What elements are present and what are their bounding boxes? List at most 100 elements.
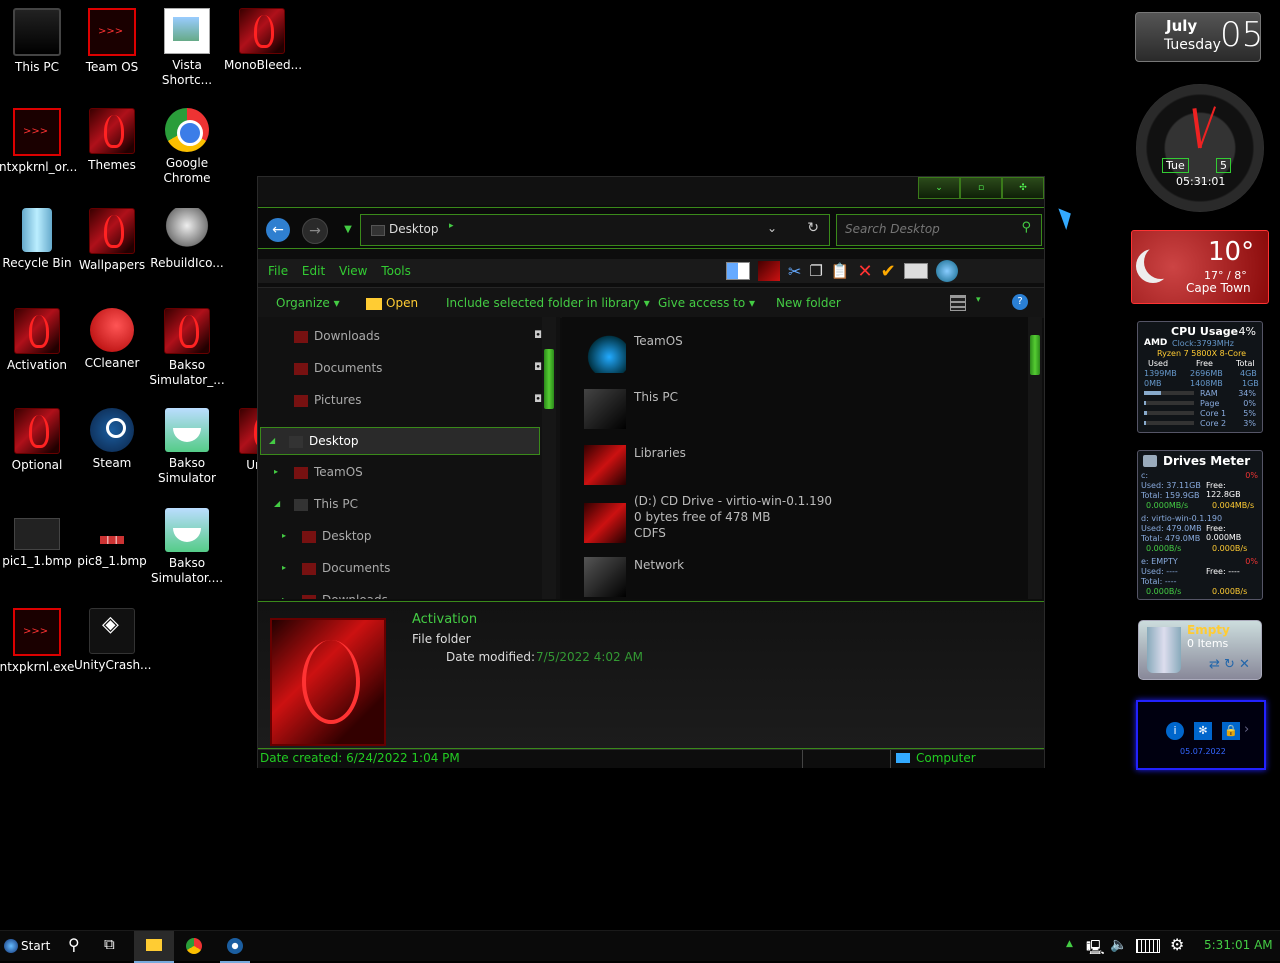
file-item[interactable]: TeamOS <box>584 333 1024 385</box>
date-lock-gadget[interactable]: i ✻ 🔒 › 05.07.2022 <box>1136 700 1266 770</box>
menu-edit[interactable]: Edit <box>302 259 325 283</box>
desktop-icon[interactable]: Google Chrome <box>149 108 225 186</box>
paste-icon[interactable]: 📋 <box>831 262 850 280</box>
organize-button[interactable]: Organize ▾ <box>276 296 340 310</box>
desktop-icon[interactable]: Bakso Simulator_... <box>149 308 225 388</box>
globe-icon[interactable] <box>935 260 958 282</box>
drives-meter-gadget[interactable]: Drives Meter c: 0% Used: 37.11GB Free: 1… <box>1137 450 1263 600</box>
nav-item[interactable]: Pictures ◘ <box>258 387 542 413</box>
info-icon[interactable]: i <box>1166 722 1184 740</box>
recycle-bin-gadget[interactable]: Empty 0 Items ⇄ ↻ ✕ <box>1138 620 1262 680</box>
menu-file[interactable]: File <box>268 259 288 283</box>
cpu-usage-gadget[interactable]: CPU Usage 4% AMD Clock:3793MHz Ryzen 7 5… <box>1137 321 1263 433</box>
settings-gear-icon[interactable]: ⚙ <box>1170 935 1184 954</box>
include-in-library-button[interactable]: Include selected folder in library ▾ <box>446 296 650 310</box>
desktop-icon[interactable]: Steam <box>74 408 150 471</box>
desktop-icon[interactable]: ntxpkrnl_or... <box>0 108 77 175</box>
recycle-action-icons[interactable]: ⇄ ↻ ✕ <box>1209 657 1250 672</box>
task-view-icon[interactable]: ⧉ <box>104 935 115 953</box>
nav-item[interactable]: ◢ Desktop <box>260 427 540 455</box>
file-item[interactable]: (D:) CD Drive - virtio-win-0.1.190 0 byte… <box>584 493 1024 545</box>
desktop-icon[interactable]: MonoBleed... <box>224 8 302 73</box>
desktop-icon[interactable]: Optional <box>0 408 75 473</box>
desktop-icon[interactable]: Team OS <box>74 8 150 75</box>
address-bar[interactable]: Desktop ▸ ⌄ ↻ <box>360 214 830 246</box>
alien-folder-icon[interactable] <box>758 261 780 281</box>
search-box[interactable]: ⚲ <box>836 214 1042 246</box>
chevron-down-icon[interactable]: ⌄ <box>767 221 777 235</box>
tree-expand-icon[interactable]: ▸ <box>282 523 286 549</box>
start-button[interactable]: Start <box>4 935 50 957</box>
new-folder-button[interactable]: New folder <box>776 296 841 310</box>
file-item[interactable]: Libraries <box>584 445 1024 497</box>
nav-item[interactable]: ▸ TeamOS <box>258 459 540 485</box>
desktop-icon[interactable]: pic1_1.bmp <box>0 508 75 569</box>
desktop-icon[interactable]: Bakso Simulator.... <box>149 508 225 586</box>
tree-expand-icon[interactable]: ▸ <box>282 555 286 581</box>
desktop-icon[interactable]: Themes <box>74 108 150 173</box>
tree-expand-icon[interactable]: ◢ <box>269 428 275 454</box>
cut-icon[interactable]: ✂ <box>788 262 801 281</box>
chrome-taskbar-button[interactable] <box>186 938 202 954</box>
desktop-icon[interactable]: Recycle Bin <box>0 208 75 271</box>
steam-taskbar-button[interactable] <box>220 931 250 963</box>
nav-item[interactable]: ◢ This PC <box>258 491 540 517</box>
help-icon[interactable]: ? <box>1012 294 1028 310</box>
desktop-icon[interactable]: RebuildIco... <box>149 208 225 271</box>
tree-expand-icon[interactable]: ◢ <box>274 491 280 517</box>
give-access-button[interactable]: Give access to ▾ <box>658 296 755 310</box>
desktop-icon[interactable]: Wallpapers <box>74 208 150 273</box>
nav-item[interactable]: ▸ Downloads <box>258 587 540 599</box>
preview-pane-icon[interactable] <box>726 262 750 280</box>
chevron-right-icon[interactable]: › <box>1244 722 1249 737</box>
properties-icon[interactable] <box>903 263 928 279</box>
nav-item[interactable]: ▸ Documents <box>258 555 540 581</box>
pin-icon[interactable]: ◘ <box>534 387 542 413</box>
network-icon[interactable]: 🖳 <box>1086 937 1105 961</box>
recent-locations-button[interactable]: ▼ <box>336 218 360 242</box>
clock-gadget[interactable]: Tue 5 05:31:01 <box>1136 84 1264 212</box>
nav-item[interactable]: ▸ Desktop <box>258 523 540 549</box>
menu-tools[interactable]: Tools <box>381 259 411 283</box>
desktop-icon[interactable]: Activation <box>0 308 75 373</box>
copy-icon[interactable]: ❐ <box>809 262 822 280</box>
pin-icon[interactable]: ◘ <box>534 355 542 381</box>
view-dropdown-icon[interactable]: ▾ <box>976 295 981 305</box>
desktop-icon[interactable]: pic8_1.bmp <box>74 508 150 569</box>
desktop-icon[interactable]: CCleaner <box>74 308 150 371</box>
lock-icon[interactable]: 🔒 <box>1222 722 1240 740</box>
minimize-button[interactable]: ⌄ <box>918 177 960 199</box>
search-icon[interactable]: ⚲ <box>68 935 80 954</box>
file-explorer-taskbar-button[interactable] <box>134 931 174 963</box>
close-button[interactable]: ✣ <box>1002 177 1044 199</box>
nav-item[interactable]: Downloads ◘ <box>258 323 542 349</box>
open-button[interactable]: Open <box>366 296 418 310</box>
search-input[interactable] <box>843 221 1015 237</box>
maximize-button[interactable]: ▫ <box>960 177 1002 199</box>
nav-scrollbar[interactable] <box>542 317 556 599</box>
desktop-icon[interactable]: This PC <box>0 8 75 75</box>
forward-button[interactable]: → <box>302 218 328 244</box>
pin-icon[interactable]: ◘ <box>534 323 542 349</box>
file-item[interactable]: This PC <box>584 389 1024 441</box>
content-scrollbar[interactable] <box>1028 317 1042 599</box>
weather-gadget[interactable]: 10° 17° / 8° Cape Town <box>1131 230 1269 304</box>
desktop-icon[interactable]: ntxpkrnl.exe <box>0 608 75 675</box>
title-bar[interactable]: ⌄ ▫ ✣ <box>258 177 1044 205</box>
navigation-pane[interactable]: Downloads ◘ Documents ◘ Pictures ◘ ◢ Desktop ▸ Te… <box>258 317 560 599</box>
taskbar-clock[interactable]: 5:31:01 AM <box>1204 938 1273 952</box>
back-button[interactable]: ← <box>266 218 290 242</box>
tray-chevron-up-icon[interactable]: ▲ <box>1066 939 1073 949</box>
file-list[interactable]: TeamOS This PC Libraries (D:) CD Drive - vi… <box>562 317 1042 599</box>
volume-muted-icon[interactable]: 🔈 <box>1110 937 1127 953</box>
checkmark-icon[interactable]: ✔ <box>881 261 896 282</box>
desktop-icon[interactable]: Bakso Simulator <box>149 408 225 486</box>
tree-expand-icon[interactable]: ▸ <box>274 459 278 485</box>
search-icon[interactable]: ⚲ <box>1021 220 1031 235</box>
desktop-icon[interactable]: UnityCrash... <box>74 608 152 673</box>
explorer-window[interactable]: ⌄ ▫ ✣ ← → ▼ Desktop ▸ ⌄ ↻ ⚲ File Edit Vi… <box>257 176 1045 768</box>
menu-view[interactable]: View <box>339 259 367 283</box>
keyboard-icon[interactable] <box>1136 939 1160 953</box>
nav-item[interactable]: Documents ◘ <box>258 355 542 381</box>
desktop-icon[interactable]: Vista Shortc... <box>149 8 225 88</box>
